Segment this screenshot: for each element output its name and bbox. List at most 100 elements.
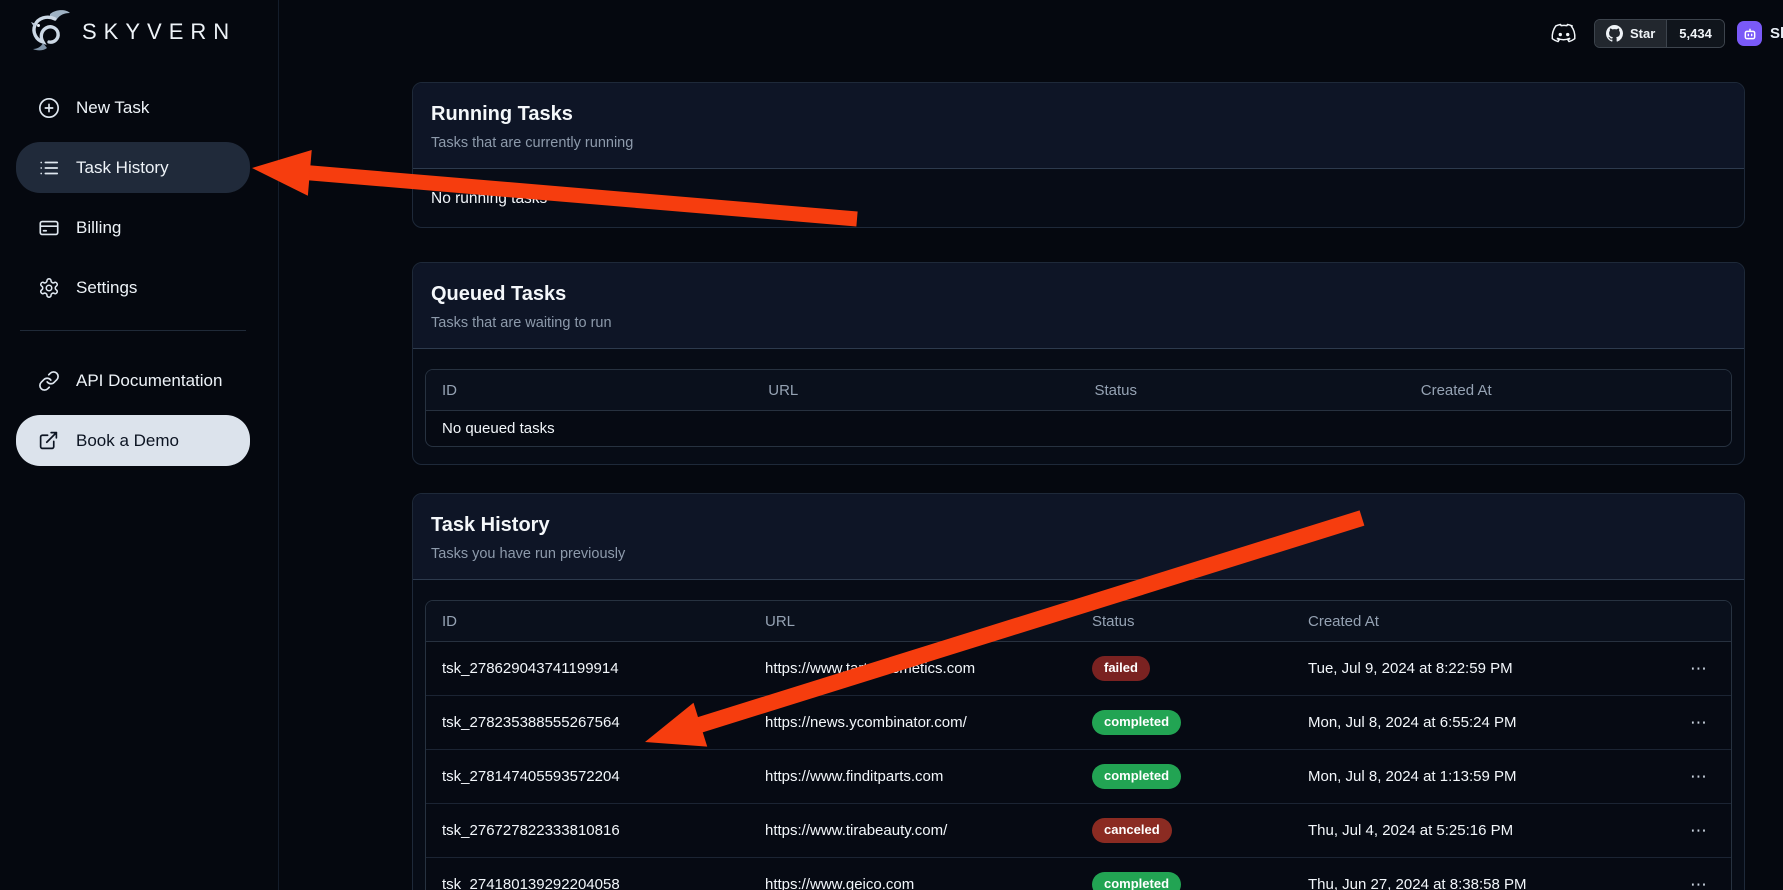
task-actions-cell: ⋯ [1656, 714, 1731, 731]
sidebar-item-label: Billing [76, 218, 121, 238]
task-actions-cell: ⋯ [1656, 660, 1731, 677]
task-row[interactable]: tsk_278147405593572204 https://www.findi… [426, 750, 1731, 804]
sidebar-item-label: Task History [76, 158, 169, 178]
user-avatar[interactable] [1737, 21, 1762, 46]
github-star-widget[interactable]: Star 5,434 [1594, 19, 1725, 48]
task-created-cell: Mon, Jul 8, 2024 at 6:55:24 PM [1292, 714, 1656, 731]
card-title: Running Tasks [431, 102, 1726, 127]
plus-circle-icon [38, 97, 60, 119]
logo[interactable]: SKYVERN [22, 4, 236, 60]
column-header-created-at: Created At [1405, 382, 1731, 399]
task-history-header: Task History Tasks you have run previous… [413, 494, 1744, 580]
sidebar: SKYVERN New Task Task History Billing [0, 0, 279, 890]
column-header-created-at: Created At [1292, 613, 1656, 630]
bot-avatar-icon [1742, 26, 1758, 42]
queued-tasks-table: ID URL Status Created At No queued tasks [425, 369, 1732, 447]
ellipsis-icon[interactable]: ⋯ [1690, 714, 1709, 731]
task-created-cell: Thu, Jun 27, 2024 at 8:38:58 PM [1292, 876, 1656, 890]
status-badge: completed [1092, 710, 1181, 734]
sidebar-item-api-documentation[interactable]: API Documentation [16, 355, 250, 406]
task-actions-cell: ⋯ [1656, 822, 1731, 839]
column-header-status: Status [1079, 382, 1405, 399]
task-row[interactable]: tsk_278629043741199914 https://www.tarte… [426, 642, 1731, 696]
task-created-cell: Thu, Jul 4, 2024 at 5:25:16 PM [1292, 822, 1656, 839]
credit-card-icon [38, 217, 60, 239]
status-badge: completed [1092, 764, 1181, 788]
task-history-table: ID URL Status Created At tsk_27862904374… [425, 600, 1732, 890]
skyvern-dragon-logo [22, 6, 74, 58]
github-icon [1606, 25, 1623, 42]
card-title: Queued Tasks [431, 282, 1726, 307]
task-status-cell: completed [1076, 764, 1292, 788]
sidebar-nav: New Task Task History Billing Settings [16, 82, 250, 466]
column-header-url: URL [749, 613, 1076, 630]
card-title: Task History [431, 513, 1726, 538]
task-status-cell: canceled [1076, 818, 1292, 842]
column-header-url: URL [752, 382, 1078, 399]
sidebar-item-label: New Task [76, 98, 149, 118]
task-id-cell: tsk_278147405593572204 [426, 768, 749, 785]
sidebar-item-label: Book a Demo [76, 431, 179, 451]
running-tasks-header: Running Tasks Tasks that are currently r… [413, 83, 1744, 169]
status-badge: canceled [1092, 818, 1172, 842]
sidebar-divider [20, 330, 246, 331]
task-created-cell: Tue, Jul 9, 2024 at 8:22:59 PM [1292, 660, 1656, 677]
github-star-count[interactable]: 5,434 [1666, 20, 1724, 47]
column-header-id: ID [426, 613, 749, 630]
status-badge: failed [1092, 656, 1150, 680]
card-subtitle: Tasks you have run previously [431, 546, 1726, 563]
github-star-label: Star [1630, 26, 1655, 41]
task-url-cell: https://www.finditparts.com [749, 768, 1076, 785]
task-status-cell: failed [1076, 656, 1292, 680]
task-actions-cell: ⋯ [1656, 876, 1731, 890]
sidebar-item-billing[interactable]: Billing [16, 202, 250, 253]
ellipsis-icon[interactable]: ⋯ [1690, 768, 1709, 785]
sidebar-item-label: Settings [76, 278, 137, 298]
github-star-button[interactable]: Star [1595, 20, 1666, 47]
running-tasks-empty: No running tasks [413, 169, 1744, 228]
task-history-card: Task History Tasks you have run previous… [412, 493, 1745, 890]
ellipsis-icon[interactable]: ⋯ [1690, 876, 1709, 890]
book-a-demo-button[interactable]: Book a Demo [16, 415, 250, 466]
status-badge: completed [1092, 872, 1181, 890]
skyvern-app: SKYVERN New Task Task History Billing [0, 0, 1783, 890]
sidebar-item-settings[interactable]: Settings [16, 262, 250, 313]
column-header-status: Status [1076, 613, 1292, 630]
task-id-cell: tsk_278235388555267564 [426, 714, 749, 731]
queued-tasks-card: Queued Tasks Tasks that are waiting to r… [412, 262, 1745, 465]
sidebar-item-task-history[interactable]: Task History [16, 142, 250, 193]
task-id-cell: tsk_274180139292204058 [426, 876, 749, 890]
gear-icon [38, 277, 60, 299]
card-subtitle: Tasks that are waiting to run [431, 315, 1726, 332]
queued-tasks-empty: No queued tasks [426, 411, 1731, 446]
external-link-icon [38, 430, 60, 452]
task-url-cell: https://www.tartecosmetics.com [749, 660, 1076, 677]
task-url-cell: https://news.ycombinator.com/ [749, 714, 1076, 731]
task-actions-cell: ⋯ [1656, 768, 1731, 785]
link-icon [38, 370, 60, 392]
task-id-cell: tsk_278629043741199914 [426, 660, 749, 677]
task-row[interactable]: tsk_274180139292204058 https://www.geico… [426, 858, 1731, 890]
task-url-cell: https://www.tirabeauty.com/ [749, 822, 1076, 839]
ellipsis-icon[interactable]: ⋯ [1690, 660, 1709, 677]
task-created-cell: Mon, Jul 8, 2024 at 1:13:59 PM [1292, 768, 1656, 785]
brand-name: SKYVERN [82, 19, 236, 45]
task-status-cell: completed [1076, 710, 1292, 734]
table-header-row: ID URL Status Created At [426, 370, 1731, 411]
ellipsis-icon[interactable]: ⋯ [1690, 822, 1709, 839]
table-header-row: ID URL Status Created At [426, 601, 1731, 642]
running-tasks-card: Running Tasks Tasks that are currently r… [412, 82, 1745, 228]
queued-tasks-header: Queued Tasks Tasks that are waiting to r… [413, 263, 1744, 349]
task-row[interactable]: tsk_278235388555267564 https://news.ycom… [426, 696, 1731, 750]
task-row[interactable]: tsk_276727822333810816 https://www.tirab… [426, 804, 1731, 858]
task-id-cell: tsk_276727822333810816 [426, 822, 749, 839]
list-icon [38, 157, 60, 179]
column-header-id: ID [426, 382, 752, 399]
card-subtitle: Tasks that are currently running [431, 135, 1726, 152]
discord-icon[interactable] [1549, 20, 1579, 47]
task-status-cell: completed [1076, 872, 1292, 890]
sidebar-item-new-task[interactable]: New Task [16, 82, 250, 133]
user-name: Sk [1770, 25, 1783, 42]
task-url-cell: https://www.geico.com [749, 876, 1076, 890]
sidebar-item-label: API Documentation [76, 371, 222, 391]
